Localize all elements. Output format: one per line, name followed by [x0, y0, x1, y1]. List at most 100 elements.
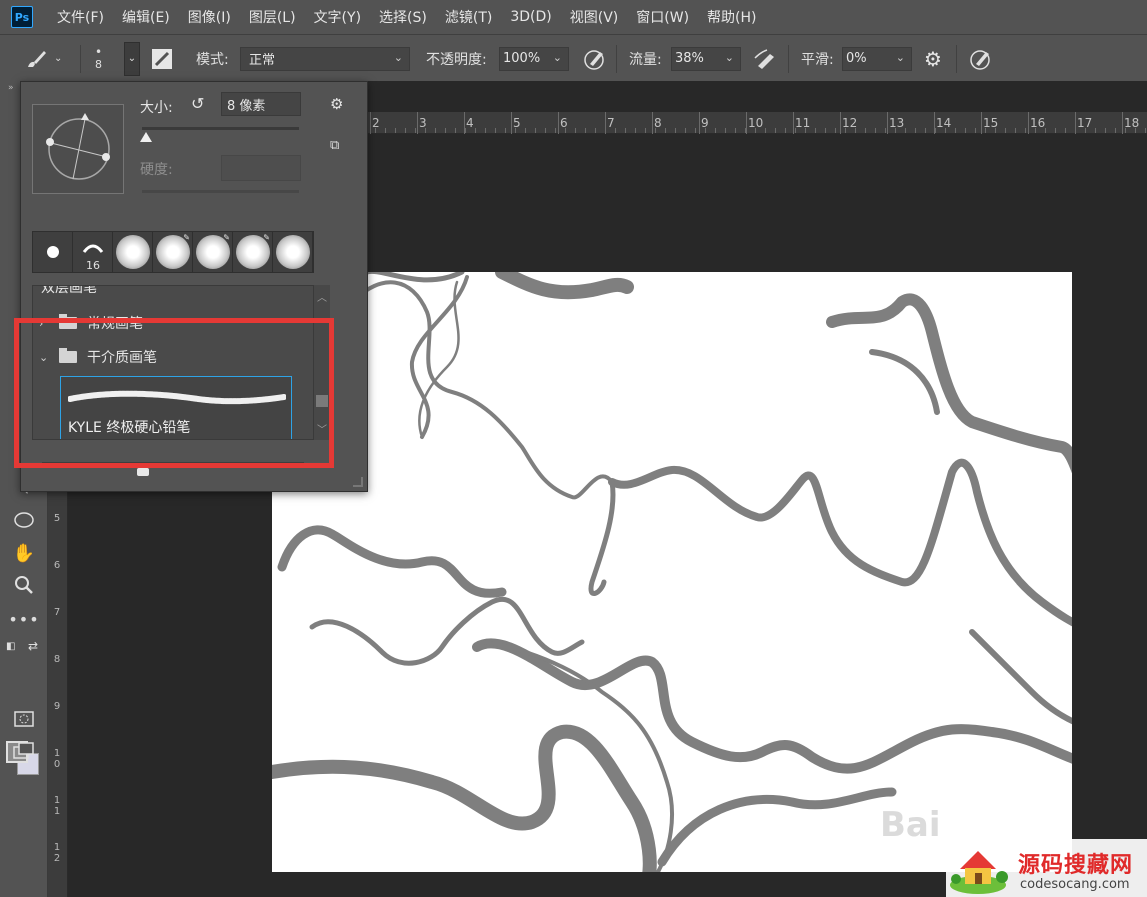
menu-image[interactable]: 图像(I) — [188, 7, 231, 27]
chevron-up-icon[interactable]: ︿ — [317, 289, 327, 304]
chevron-down-icon: ⌄ — [393, 50, 403, 64]
swap-colors-icon[interactable]: ⇄ — [28, 639, 38, 653]
ruler-label: 1 0 — [53, 748, 61, 770]
flow-input[interactable]: 38% ⌄ — [671, 46, 741, 71]
soft-round-tip-icon — [275, 235, 310, 269]
ellipse-tool[interactable] — [10, 506, 38, 534]
airbrush-button[interactable] — [752, 35, 780, 82]
brush-tip-soft[interactable] — [113, 232, 153, 272]
brush-tip-soft[interactable] — [273, 232, 313, 272]
pen-pressure-size-icon — [970, 49, 990, 70]
gear-icon: ⚙ — [924, 46, 942, 71]
chevron-down-icon: ⌄ — [895, 50, 905, 64]
smoothing-input[interactable]: 0% ⌄ — [842, 46, 912, 71]
brush-tip-soft[interactable]: ✎ — [153, 232, 193, 272]
ruler-label: 2 — [372, 116, 380, 130]
quick-mask-button[interactable] — [10, 705, 38, 733]
custom-tip-icon — [82, 244, 103, 253]
menu-edit[interactable]: 编辑(E) — [122, 7, 170, 27]
annotation-highlight-box — [14, 318, 334, 468]
photoshop-logo-icon: Ps — [11, 6, 33, 28]
ruler-label: 12 — [842, 116, 858, 130]
hardness-label: 硬度: — [140, 162, 173, 178]
ruler-label: 17 — [1077, 116, 1093, 130]
site-watermark-url: codesocang.com — [1020, 877, 1130, 892]
brush-tip-hard-round[interactable] — [33, 232, 73, 272]
options-bar: ⌄ • 8 ⌄ 模式: 正常 ⌄ 不透明度: 100% ⌄ 流量: 38% ⌄ … — [0, 34, 1147, 81]
wave-stroke — [588, 479, 616, 596]
brush-tip-soft[interactable]: ✎ — [233, 232, 273, 272]
soft-round-tip-icon — [115, 235, 150, 269]
wave-stroke — [472, 638, 1072, 774]
brush-size-readout: 8 — [95, 57, 103, 71]
size-label: 大小: — [140, 100, 173, 116]
ruler-label: 14 — [936, 116, 952, 130]
document-canvas[interactable] — [272, 272, 1072, 872]
zoom-tool[interactable] — [10, 571, 38, 599]
ruler-label: 16 — [1030, 116, 1046, 130]
more-tools-button[interactable]: ••• — [8, 605, 38, 633]
ruler-label: 6 — [560, 116, 568, 130]
mode-value: 正常 — [249, 53, 276, 68]
size-slider-thumb[interactable] — [140, 132, 152, 142]
mode-select[interactable]: 正常 ⌄ — [240, 46, 410, 71]
ruler-label: 7 — [53, 607, 61, 618]
size-input[interactable]: 8 像素 — [221, 92, 301, 116]
mode-label: 模式: — [196, 51, 229, 68]
brush-tool-preset-button[interactable]: ⌄ — [24, 35, 62, 82]
menu-select[interactable]: 选择(S) — [379, 7, 427, 27]
brush-preset-dropdown[interactable]: ⌄ — [124, 35, 140, 82]
reset-size-icon[interactable]: ↺ — [191, 94, 204, 113]
wave-stroke — [826, 293, 1072, 474]
ruler-label: 15 — [983, 116, 999, 130]
menu-file[interactable]: 文件(F) — [57, 7, 104, 27]
ruler-label: 4 — [466, 116, 474, 130]
pressure-opacity-button[interactable] — [582, 35, 608, 82]
horizontal-ruler: 2 3 4 5 6 7 8 9 10 11 12 13 14 15 16 17 … — [366, 112, 1147, 134]
pen-pressure-icon — [584, 49, 604, 70]
smoothing-value: 0% — [846, 51, 867, 66]
ruler-label: 10 — [748, 116, 764, 130]
menu-type[interactable]: 文字(Y) — [314, 7, 361, 27]
canvas-artwork — [272, 272, 1072, 872]
brush-preset-picker[interactable]: • 8 — [95, 35, 102, 82]
airbrush-icon — [754, 48, 774, 69]
brush-settings-panel-button[interactable] — [150, 35, 174, 82]
site-watermark: 源码搜藏网 codesocang.com — [946, 839, 1147, 897]
brush-settings-icon — [152, 48, 172, 69]
opacity-input[interactable]: 100% ⌄ — [499, 46, 569, 71]
smoothing-options-button[interactable]: ⚙ — [924, 35, 942, 82]
site-watermark-title: 源码搜藏网 — [1018, 853, 1134, 878]
wave-stroke — [277, 525, 507, 598]
screen-mode-button[interactable] — [10, 737, 38, 765]
brush-tip-custom[interactable]: 16 — [73, 232, 113, 272]
preview-size-slider-thumb[interactable] — [137, 468, 149, 476]
pressure-pin-icon: ✎ — [223, 233, 230, 242]
collapse-toolbar-icon[interactable]: » — [8, 83, 14, 93]
quick-mask-icon — [14, 711, 34, 727]
opacity-value: 100% — [503, 51, 541, 66]
menu-view[interactable]: 视图(V) — [570, 7, 619, 27]
ellipse-icon — [14, 512, 34, 528]
menu-layer[interactable]: 图层(L) — [249, 7, 296, 27]
new-preset-icon[interactable]: ⧉ — [330, 138, 339, 153]
resize-grip-icon[interactable] — [353, 477, 363, 487]
size-slider-track[interactable] — [142, 127, 299, 130]
ruler-label: 8 — [53, 654, 61, 665]
menu-3d[interactable]: 3D(D) — [510, 9, 551, 25]
pressure-size-button[interactable] — [968, 35, 994, 82]
ruler-label: 6 — [53, 560, 61, 571]
menu-help[interactable]: 帮助(H) — [707, 7, 756, 27]
chevron-down-icon: ⌄ — [552, 50, 562, 64]
brush-group-dual[interactable]: 双层画笔 — [33, 286, 293, 302]
gear-icon[interactable]: ⚙ — [330, 95, 343, 113]
menu-window[interactable]: 窗口(W) — [636, 7, 689, 27]
flow-label: 流量: — [629, 51, 662, 68]
hand-tool[interactable]: ✋ — [10, 539, 38, 567]
brush-angle-roundness-widget[interactable] — [32, 104, 124, 194]
brush-tip-soft[interactable]: ✎ — [193, 232, 233, 272]
menu-filter[interactable]: 滤镜(T) — [445, 7, 492, 27]
wave-stroke — [657, 787, 897, 867]
brush-tip-icon: • — [95, 44, 103, 59]
default-colors-icon[interactable]: ◧ — [6, 641, 15, 652]
